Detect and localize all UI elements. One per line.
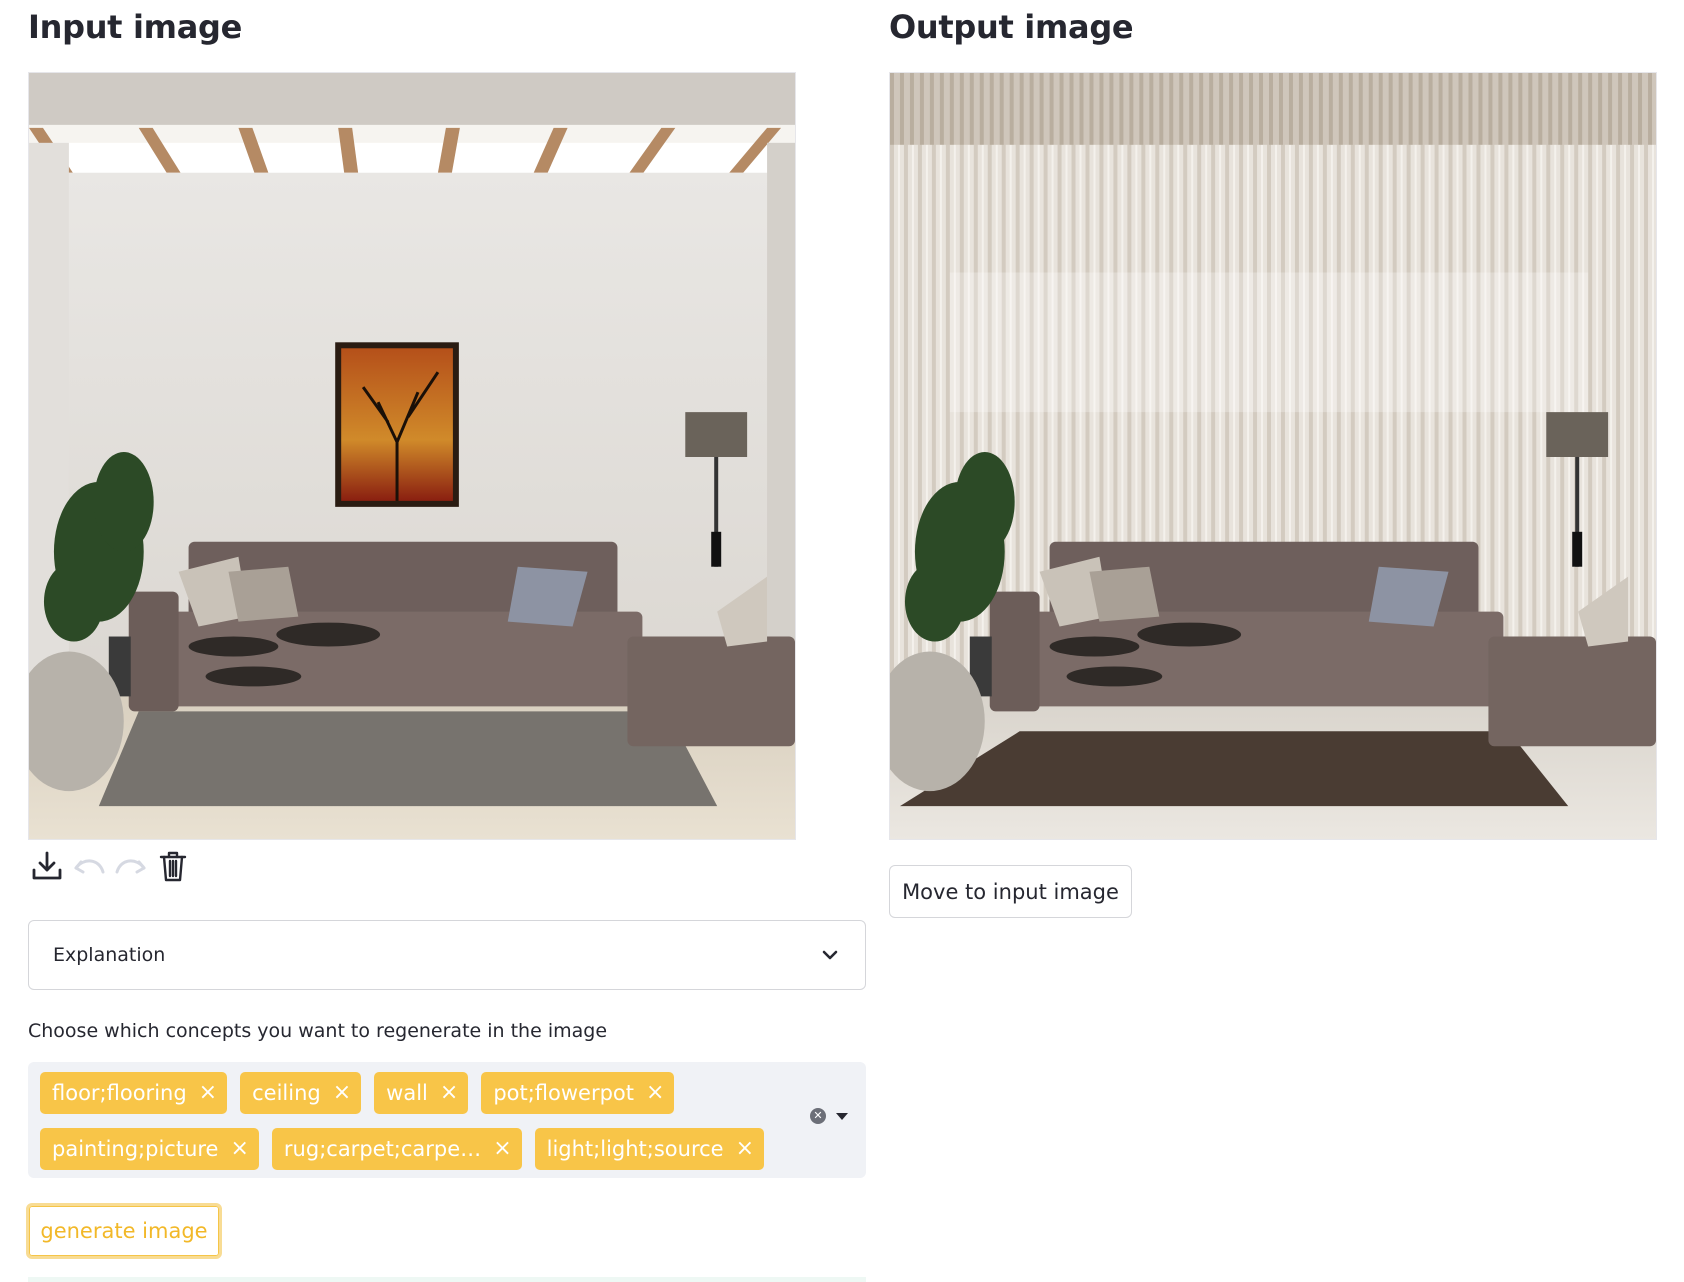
chip-label: ceiling — [252, 1081, 321, 1105]
expander-label: Explanation — [53, 944, 166, 966]
explanation-expander[interactable]: Explanation — [28, 920, 866, 990]
undo-icon[interactable] — [70, 847, 108, 885]
generate-image-button[interactable]: generate image — [26, 1203, 222, 1259]
concept-chip: pot;flowerpot × — [481, 1072, 675, 1114]
input-image[interactable] — [28, 72, 796, 840]
close-icon[interactable]: × — [199, 1082, 217, 1104]
close-icon[interactable]: × — [440, 1082, 458, 1104]
concept-chip: light;light;source × — [534, 1128, 765, 1170]
chip-label: floor;flooring — [52, 1081, 187, 1105]
chip-label: painting;picture — [52, 1137, 219, 1161]
redo-icon[interactable] — [112, 847, 150, 885]
close-icon[interactable]: × — [736, 1138, 754, 1160]
input-image-title: Input image — [28, 8, 243, 46]
chip-label: wall — [386, 1081, 428, 1105]
output-image — [889, 72, 1657, 840]
move-to-input-button[interactable]: Move to input image — [889, 865, 1132, 918]
caret-down-icon[interactable] — [836, 1112, 848, 1120]
concept-chip: ceiling × — [240, 1072, 362, 1114]
download-icon[interactable] — [28, 847, 66, 885]
concepts-multiselect[interactable]: floor;flooring × ceiling × wall × pot;flowe… — [28, 1062, 866, 1178]
concept-chip: floor;flooring × — [40, 1072, 228, 1114]
close-icon[interactable]: × — [646, 1082, 664, 1104]
output-image-title: Output image — [889, 8, 1134, 46]
concept-chip: painting;picture × — [40, 1128, 259, 1170]
concept-chip: rug;carpet;carpe… × — [271, 1128, 522, 1170]
close-icon[interactable]: × — [493, 1138, 511, 1160]
chip-label: light;light;source — [546, 1137, 724, 1161]
clear-all-icon[interactable]: ✕ — [810, 1108, 826, 1124]
chip-label: rug;carpet;carpe… — [283, 1137, 482, 1161]
trash-icon[interactable] — [154, 847, 192, 885]
chip-label: pot;flowerpot — [493, 1081, 635, 1105]
close-icon[interactable]: × — [333, 1082, 351, 1104]
close-icon[interactable]: × — [230, 1138, 248, 1160]
chevron-down-icon — [822, 950, 838, 960]
status-strip — [28, 1277, 866, 1282]
concept-chip: wall × — [374, 1072, 469, 1114]
image-toolbar — [28, 846, 192, 886]
concepts-label: Choose which concepts you want to regene… — [28, 1020, 608, 1042]
